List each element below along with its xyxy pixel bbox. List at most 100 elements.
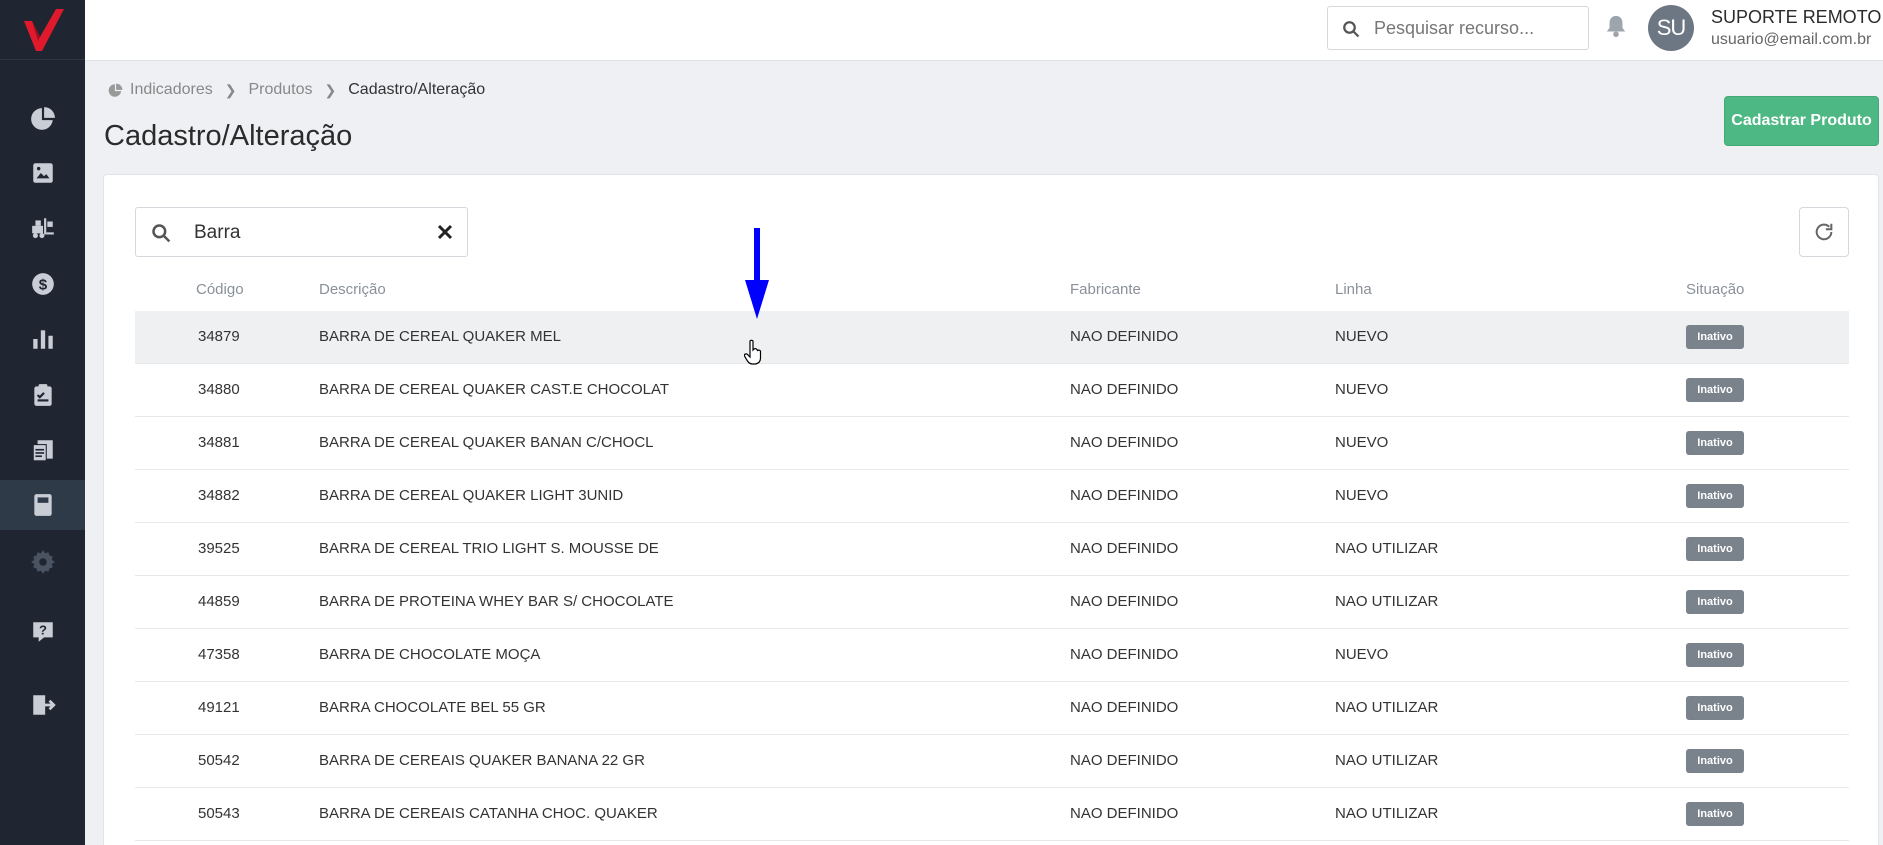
cell-code: 34881 <box>198 434 240 451</box>
table-row[interactable]: 39525 BARRA DE CEREAL TRIO LIGHT S. MOUS… <box>135 523 1849 576</box>
products-card: Código Descrição Fabricante Linha Situaç… <box>103 174 1879 845</box>
sidebar-item-help[interactable]: ? <box>0 607 85 657</box>
global-search-input[interactable] <box>1374 15 1574 41</box>
avatar[interactable]: SU <box>1648 5 1694 51</box>
status-badge: Inativo <box>1686 643 1744 667</box>
table-row[interactable]: 34881 BARRA DE CEREAL QUAKER BANAN C/CHO… <box>135 417 1849 470</box>
status-badge: Inativo <box>1686 537 1744 561</box>
sidebar-item-finance[interactable]: $ <box>0 259 85 309</box>
cell-code: 34879 <box>198 328 240 345</box>
cell-description: BARRA DE CEREAL TRIO LIGHT S. MOUSSE DE <box>319 540 659 557</box>
table-row[interactable]: 50542 BARRA DE CEREAIS QUAKER BANANA 22 … <box>135 735 1849 788</box>
cell-line: NAO UTILIZAR <box>1335 752 1439 769</box>
cell-manufacturer: NAO DEFINIDO <box>1070 381 1179 398</box>
column-header-manufacturer[interactable]: Fabricante <box>1070 281 1141 298</box>
table-row[interactable]: 44859 BARRA DE PROTEINA WHEY BAR S/ CHOC… <box>135 576 1849 629</box>
cell-code: 50542 <box>198 752 240 769</box>
sidebar-item-tasks[interactable] <box>0 370 85 420</box>
table-row[interactable]: 34880 BARRA DE CEREAL QUAKER CAST.E CHOC… <box>135 364 1849 417</box>
forklift-icon <box>31 218 54 239</box>
clipboard-icon <box>33 384 52 406</box>
column-header-description[interactable]: Descrição <box>319 281 386 298</box>
cell-status: Inativo <box>1686 802 1744 826</box>
table-row[interactable]: 47358 BARRA DE CHOCOLATE MOÇA NAO DEFINI… <box>135 629 1849 682</box>
cell-description: BARRA DE CEREAL QUAKER CAST.E CHOCOLAT <box>319 381 670 398</box>
cell-line: NAO UTILIZAR <box>1335 805 1439 822</box>
breadcrumb: Indicadores ❯ Produtos ❯ Cadastro/Altera… <box>108 81 485 99</box>
refresh-button[interactable] <box>1799 207 1849 257</box>
breadcrumb-item-indicators[interactable]: Indicadores <box>130 81 213 99</box>
column-header-line[interactable]: Linha <box>1335 281 1372 298</box>
cell-code: 47358 <box>198 646 240 663</box>
table-row[interactable]: 49121 BARRA CHOCOLATE BEL 55 GR NAO DEFI… <box>135 682 1849 735</box>
sidebar-item-logout[interactable] <box>0 680 85 730</box>
sidebar-item-settings[interactable] <box>0 537 85 587</box>
cell-code: 50543 <box>198 805 240 822</box>
top-bar: SU SUPORTE REMOTO usuario@email.com.br <box>85 0 1883 61</box>
column-header-status[interactable]: Situação <box>1686 281 1744 298</box>
breadcrumb-item-current: Cadastro/Alteração <box>348 81 486 98</box>
cell-description: BARRA DE CEREAIS CATANHA CHOC. QUAKER <box>319 805 658 822</box>
table-row[interactable]: 50543 BARRA DE CEREAIS CATANHA CHOC. QUA… <box>135 788 1849 841</box>
cell-description: BARRA DE CEREAIS QUAKER BANANA 22 GR <box>319 752 645 769</box>
table-row[interactable]: 34879 BARRA DE CEREAL QUAKER MEL NAO DEF… <box>135 311 1849 364</box>
sidebar-item-products[interactable] <box>0 480 85 530</box>
sidebar-item-invoices[interactable] <box>0 425 85 475</box>
svg-text:$: $ <box>38 276 47 293</box>
breadcrumb-item-products[interactable]: Produtos <box>248 81 312 99</box>
cell-status: Inativo <box>1686 537 1744 561</box>
add-product-button[interactable]: Cadastrar Produto <box>1724 96 1879 146</box>
bar-chart-icon <box>32 330 53 349</box>
refresh-icon <box>1815 223 1833 241</box>
cell-manufacturer: NAO DEFINIDO <box>1070 805 1179 822</box>
cell-manufacturer: NAO DEFINIDO <box>1070 752 1179 769</box>
cell-status: Inativo <box>1686 431 1744 455</box>
cell-status: Inativo <box>1686 590 1744 614</box>
app-logo[interactable] <box>0 0 85 60</box>
cell-status: Inativo <box>1686 643 1744 667</box>
logo-mark-icon <box>23 8 64 51</box>
product-filter[interactable] <box>135 207 468 257</box>
sidebar-item-gallery[interactable] <box>0 148 85 198</box>
breadcrumb-separator-icon: ❯ <box>324 81 337 98</box>
product-filter-input[interactable] <box>194 219 414 247</box>
cell-description: BARRA CHOCOLATE BEL 55 GR <box>319 699 546 716</box>
chart-pie-icon <box>108 83 123 97</box>
cell-manufacturer: NAO DEFINIDO <box>1070 434 1179 451</box>
status-badge: Inativo <box>1686 484 1744 508</box>
logout-icon <box>32 695 56 715</box>
user-email: usuario@email.com.br <box>1711 31 1872 48</box>
global-search[interactable] <box>1327 6 1589 50</box>
status-badge: Inativo <box>1686 325 1744 349</box>
cell-line: NUEVO <box>1335 328 1389 345</box>
user-name[interactable]: SUPORTE REMOTO <box>1711 7 1881 28</box>
status-badge: Inativo <box>1686 802 1744 826</box>
table-row[interactable]: 34882 BARRA DE CEREAL QUAKER LIGHT 3UNID… <box>135 470 1849 523</box>
column-header-code[interactable]: Código <box>196 281 244 298</box>
bell-icon[interactable] <box>1605 14 1627 38</box>
chart-pie-icon <box>30 107 55 130</box>
cell-status: Inativo <box>1686 378 1744 402</box>
status-badge: Inativo <box>1686 590 1744 614</box>
cell-line: NAO UTILIZAR <box>1335 593 1439 610</box>
cell-code: 44859 <box>198 593 240 610</box>
invoice-icon <box>32 440 53 462</box>
cell-description: BARRA DE CEREAL QUAKER LIGHT 3UNID <box>319 487 624 504</box>
gear-icon <box>30 550 55 574</box>
cell-manufacturer: NAO DEFINIDO <box>1070 699 1179 716</box>
hand-cursor-icon <box>744 339 762 365</box>
page-title: Cadastro/Alteração <box>104 120 353 152</box>
cell-description: BARRA DE PROTEINA WHEY BAR S/ CHOCOLATE <box>319 593 674 610</box>
book-icon <box>33 494 52 516</box>
sidebar-item-indicators[interactable] <box>0 94 85 144</box>
annotation-arrow-down-icon <box>745 228 769 319</box>
sidebar-item-logistics[interactable] <box>0 203 85 253</box>
sidebar-item-reports[interactable] <box>0 314 85 364</box>
cell-code: 49121 <box>198 699 240 716</box>
cell-status: Inativo <box>1686 696 1744 720</box>
cell-manufacturer: NAO DEFINIDO <box>1070 487 1179 504</box>
cell-description: BARRA DE CEREAL QUAKER MEL <box>319 328 562 345</box>
breadcrumb-separator-icon: ❯ <box>224 81 237 98</box>
close-icon[interactable] <box>436 223 454 241</box>
cell-code: 39525 <box>198 540 240 557</box>
